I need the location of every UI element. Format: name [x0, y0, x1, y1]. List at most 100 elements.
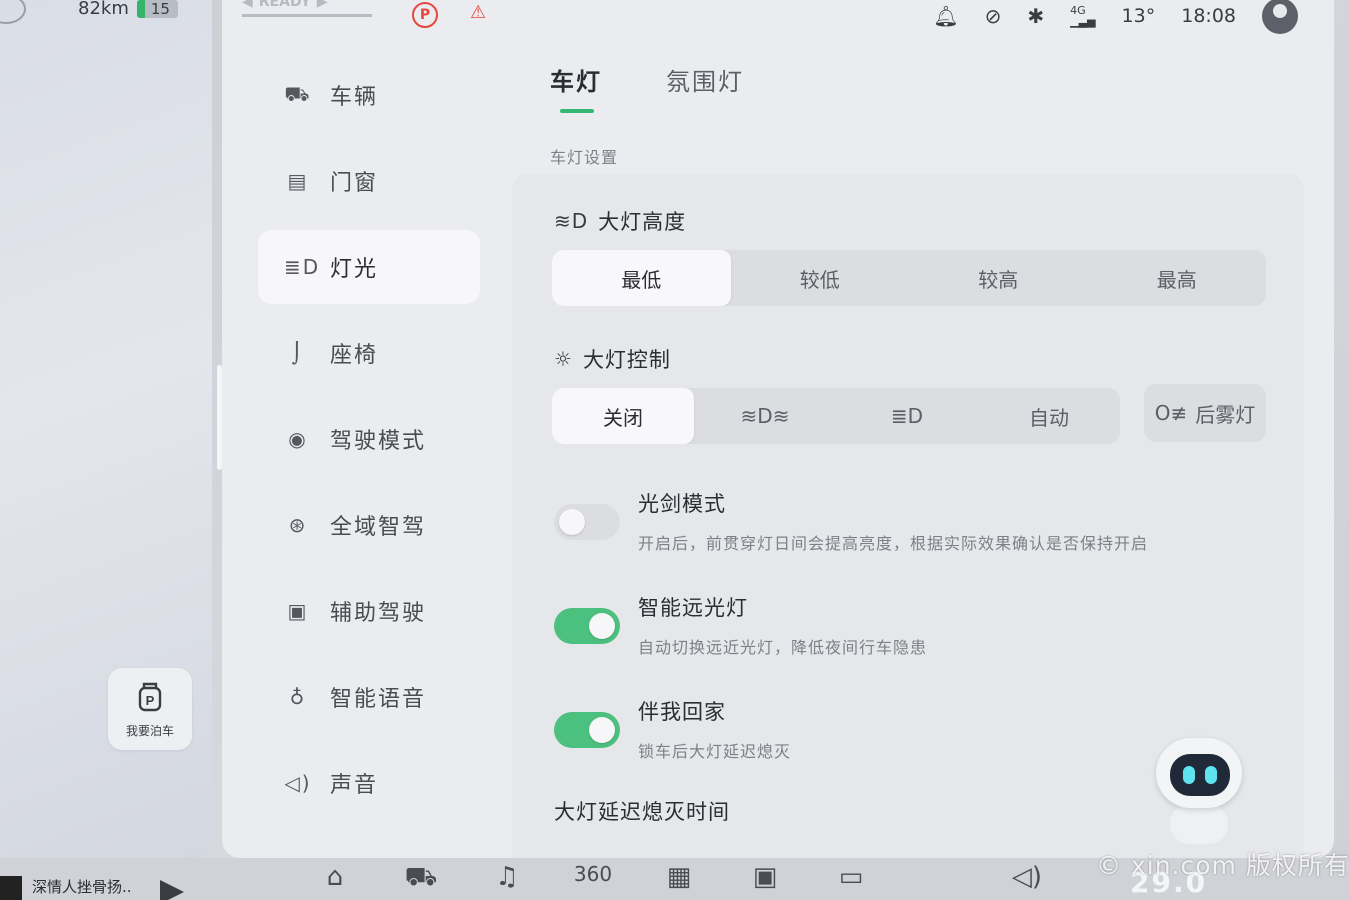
nav-item-lights[interactable]: ≣D 灯光: [258, 230, 480, 304]
robot-body: [1170, 804, 1228, 844]
control-option-parking[interactable]: ≋D≋: [694, 388, 836, 444]
tab-car-lights[interactable]: 车灯: [550, 62, 602, 113]
range-text: 82km: [78, 0, 129, 19]
settings-nav: ⛟ 车辆 ▤ 门窗 ≣D 灯光 ⌡ 座椅 ◉ 驾驶模式 ⊛ 全域智驾 ▣ 辅助驾…: [258, 58, 480, 832]
voice-assistant-robot[interactable]: [1148, 738, 1248, 848]
tab-bar: 车灯 氛围灯: [550, 62, 744, 113]
headlight-height-selector: 最低 较低 较高 最高: [552, 250, 1266, 306]
assist-drive-icon: ▣: [287, 599, 309, 623]
watermark: © xin.com 版权所有: [1096, 851, 1350, 880]
steering-wheel-icon: ◉: [288, 427, 308, 451]
ready-label: READY: [258, 0, 311, 10]
dock-icons: ⌂ ⛟ ♫ 360 ▦ ▣ ▭ ◁): [312, 862, 1050, 896]
follow-me-home-desc: 锁车后大灯延迟熄灭: [638, 742, 792, 761]
smart-high-beam-toggle[interactable]: [554, 608, 620, 644]
rear-fog-button[interactable]: O≢ 后雾灯: [1144, 384, 1266, 442]
nav-label: 车辆: [330, 85, 379, 110]
headlight-control-title: ☼ 大灯控制: [554, 344, 671, 374]
camera-360-icon[interactable]: 360: [570, 862, 616, 896]
nav-item-vehicle[interactable]: ⛟ 车辆: [258, 58, 480, 132]
headlight-height-label: 大灯高度: [598, 210, 687, 234]
volume-icon[interactable]: ◁): [1004, 862, 1050, 896]
parking-brake-icon: P: [412, 2, 438, 28]
apps-grid-icon[interactable]: ▦: [656, 862, 702, 896]
low-beam-icon: ≣D: [890, 404, 924, 428]
rear-fog-label: 后雾灯: [1195, 402, 1256, 427]
height-option-high[interactable]: 较高: [909, 250, 1088, 306]
nav-label: 辅助驾驶: [330, 601, 427, 626]
music-icon[interactable]: ♫: [484, 862, 530, 896]
nav-item-voice[interactable]: ♁ 智能语音: [258, 660, 480, 734]
smart-high-beam-desc: 自动切换远近光灯，降低夜间行车隐患: [638, 638, 928, 657]
play-icon[interactable]: [160, 880, 184, 900]
album-cover[interactable]: [0, 876, 22, 900]
card-icon[interactable]: ▭: [828, 862, 874, 896]
robot-face: [1170, 754, 1230, 796]
headlight-control-label: 大灯控制: [582, 348, 671, 372]
tab-ambient-lights[interactable]: 氛围灯: [666, 62, 744, 97]
assist-drive-icon[interactable]: ▣: [742, 862, 788, 896]
nav-item-assist-drive[interactable]: ▣ 辅助驾驶: [258, 574, 480, 648]
map-panel: 82km 15 P 我要泊车: [0, 0, 212, 858]
nav-label: 灯光: [330, 257, 379, 282]
height-option-highest[interactable]: 最高: [1088, 250, 1267, 306]
nav-item-sound[interactable]: ◁) 声音: [258, 746, 480, 820]
settings-window: ◀ READY ▶ P ⚠ 🔔︎ ⊘ ✱ 4G ▁▃▅ 13° 18:08 ⛟ 车辆 …: [222, 0, 1334, 864]
svg-text:P: P: [146, 693, 155, 708]
follow-me-home-title: 伴我回家: [638, 700, 726, 724]
headlight-control-selector: 关闭 ≋D≋ ≣D 自动: [552, 388, 1120, 444]
toggle-knob: [589, 613, 615, 639]
nav-label: 座椅: [330, 343, 379, 368]
range-status: 82km 15: [78, 0, 178, 19]
battery-fill: [136, 0, 145, 18]
headlight-icon: ≣D: [284, 255, 321, 279]
nav-label: 声音: [330, 773, 379, 798]
smart-drive-icon: ⊛: [288, 513, 308, 537]
control-option-low-beam[interactable]: ≣D: [836, 388, 978, 444]
robot-head: [1156, 738, 1242, 808]
lights-settings: 车灯 氛围灯 车灯设置 ≋D 大灯高度 最低 较低 较高 最高 ☼ 大灯控制 关…: [512, 0, 1312, 864]
robot-eye-left: [1183, 766, 1195, 784]
battery-level: 15: [150, 0, 170, 18]
auto-park-button[interactable]: P 我要泊车: [108, 668, 192, 750]
home-icon[interactable]: ⌂: [312, 862, 358, 896]
left-turn-icon: ◀: [242, 0, 253, 10]
lightsaber-mode-toggle[interactable]: [554, 504, 620, 540]
headlight-delay-title: 大灯延迟熄灭时间: [554, 800, 730, 824]
seatbelt-warning-icon: ⚠: [470, 2, 487, 23]
speaker-icon: ◁): [284, 771, 312, 795]
nav-label: 全域智驾: [330, 515, 427, 540]
toggle-knob: [559, 509, 585, 535]
height-option-low[interactable]: 较低: [731, 250, 910, 306]
gear-indicator: ◀ READY ▶: [242, 0, 374, 26]
control-option-off[interactable]: 关闭: [552, 388, 694, 444]
height-option-lowest[interactable]: 最低: [552, 250, 731, 306]
nav-label: 驾驶模式: [330, 429, 427, 454]
car-icon: ⛟: [284, 81, 312, 106]
right-turn-icon: ▶: [316, 0, 328, 10]
seat-icon: ⌡: [291, 341, 305, 365]
now-playing-title[interactable]: 深情人挫骨扬..: [32, 876, 132, 897]
parking-light-icon: ≋D≋: [740, 404, 790, 428]
nav-item-doors-windows[interactable]: ▤ 门窗: [258, 144, 480, 218]
microphone-icon: ♁: [289, 685, 307, 709]
car-icon[interactable]: ⛟: [398, 862, 444, 896]
rear-fog-icon: O≢: [1154, 401, 1188, 425]
battery-indicator: 15: [136, 0, 178, 18]
nav-label: 门窗: [330, 171, 379, 196]
nav-item-drive-mode[interactable]: ◉ 驾驶模式: [258, 402, 480, 476]
section-label: 车灯设置: [550, 148, 619, 167]
back-icon[interactable]: [0, 0, 26, 24]
lightsaber-mode-title: 光剑模式: [638, 492, 726, 516]
headlight-height-icon: ≋D: [554, 209, 589, 233]
control-option-auto[interactable]: 自动: [978, 388, 1120, 444]
follow-me-home-toggle[interactable]: [554, 712, 620, 748]
headlight-height-title: ≋D 大灯高度: [554, 206, 686, 236]
nav-item-smart-drive[interactable]: ⊛ 全域智驾: [258, 488, 480, 562]
nav-item-seats[interactable]: ⌡ 座椅: [258, 316, 480, 390]
nav-label: 智能语音: [330, 687, 427, 712]
auto-park-label: 我要泊车: [125, 723, 174, 738]
smart-high-beam-title: 智能远光灯: [638, 596, 748, 620]
robot-eye-right: [1205, 766, 1217, 784]
sun-icon: ☼: [554, 347, 573, 371]
